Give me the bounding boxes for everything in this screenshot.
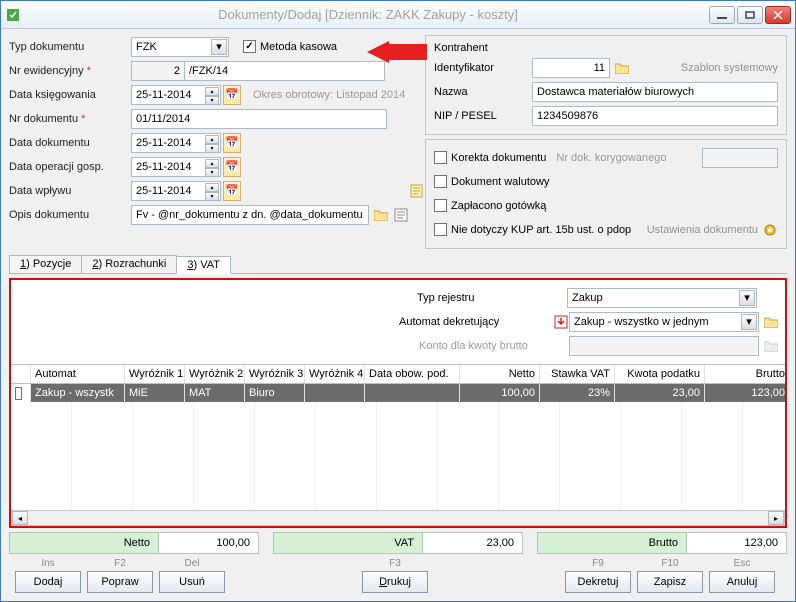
folder-icon[interactable] <box>373 205 389 225</box>
hint-ins: Ins <box>41 558 54 570</box>
data-dokumentu-label: Data dokumentu <box>9 137 131 149</box>
hint-esc: Esc <box>734 558 751 570</box>
zapisz-button[interactable]: Zapisz <box>637 571 703 593</box>
konto-brutto-input <box>569 336 759 356</box>
nr-dok-koryg-label: Nr dok. korygowanego <box>556 152 666 164</box>
hint-del: Del <box>184 558 199 570</box>
typ-dokumentu-value: FZK <box>136 41 157 53</box>
automat-dekretujacy-label: Automat dekretujący <box>399 316 549 328</box>
automat-dekretujacy-combo[interactable]: Zakup - wszystko w jednym▾ <box>569 312 759 332</box>
data-operacji-input[interactable]: 25-11-2014▴▾ <box>131 157 221 177</box>
grid-blank-area <box>11 402 785 510</box>
totals-vat-label: VAT <box>273 532 423 554</box>
folder-icon[interactable] <box>763 312 779 332</box>
identyfikator-label: Identyfikator <box>434 62 532 74</box>
window-title: Dokumenty/Dodaj [Dziennik: ZAKK Zakupy -… <box>27 7 709 22</box>
totals-netto-value: 100,00 <box>159 532 259 554</box>
typ-dokumentu-combo[interactable]: FZK ▾ <box>131 37 229 57</box>
calendar-icon[interactable]: 📅 <box>223 85 241 105</box>
tab-rozrachunki[interactable]: 2) Rozrachunki <box>81 255 177 273</box>
drukuj-button[interactable]: Drukuj <box>362 571 428 593</box>
minimize-button[interactable] <box>709 6 735 24</box>
script-icon[interactable] <box>393 205 409 225</box>
row-checkbox[interactable] <box>15 387 22 400</box>
dekretuj-button[interactable]: Dekretuj <box>565 571 631 593</box>
nip-pesel-label: NIP / PESEL <box>434 110 532 122</box>
vat-grid-header: Automat Wyróżnik 1 Wyróżnik 2 Wyróżnik 3… <box>11 364 785 384</box>
metoda-kasowa-label: Metoda kasowa <box>260 41 337 53</box>
opis-dokumentu-input[interactable]: Fv - @nr_dokumentu z dn. @data_dokumentu <box>131 205 369 225</box>
popraw-button[interactable]: Popraw <box>87 571 153 593</box>
nazwa-label: Nazwa <box>434 86 532 98</box>
konto-brutto-label: Konto dla kwoty brutto <box>419 340 569 352</box>
data-wplywu-label: Data wpływu <box>9 185 131 197</box>
nr-dokumentu-input[interactable]: 01/11/2014 <box>131 109 387 129</box>
dodaj-button[interactable]: Dodaj <box>15 571 81 593</box>
close-button[interactable] <box>765 6 791 24</box>
totals-brutto-value: 123,00 <box>687 532 787 554</box>
data-dokumentu-input[interactable]: 25-11-2014▴▾ <box>131 133 221 153</box>
gear-icon[interactable] <box>762 220 778 240</box>
data-ksiegowania-input[interactable]: 25-11-2014▴▾ <box>131 85 221 105</box>
typ-rejestru-label: Typ rejestru <box>417 292 567 304</box>
nr-ewidencyjny-value: 2 <box>131 61 185 81</box>
chevron-down-icon[interactable]: ▾ <box>741 314 757 330</box>
folder-icon <box>763 336 779 356</box>
nr-dok-koryg-input <box>702 148 778 168</box>
kup-checkbox[interactable] <box>434 223 447 236</box>
typ-dokumentu-label: Typ dokumentu <box>9 41 131 53</box>
data-ksiegowania-label: Data księgowania <box>9 89 131 101</box>
scroll-left-icon[interactable]: ◂ <box>12 511 28 525</box>
chevron-down-icon[interactable]: ▾ <box>739 290 755 306</box>
nazwa-input[interactable]: Dostawca materiałów biurowych <box>532 82 778 102</box>
app-icon <box>5 7 21 23</box>
okres-obrotowy: Okres obrotowy: Listopad 2014 <box>253 89 405 101</box>
folder-icon[interactable] <box>614 58 630 78</box>
walutowy-checkbox[interactable] <box>434 175 447 188</box>
nr-ewidencyjny-label: Nr ewidencyjny <box>9 65 131 77</box>
nr-dokumentu-label: Nr dokumentu <box>9 113 131 125</box>
download-arrow-icon[interactable] <box>553 312 569 332</box>
totals-vat-value: 23,00 <box>423 532 523 554</box>
szablon-systemowy-link[interactable]: Szablon systemowy <box>681 62 778 74</box>
totals-netto-label: Netto <box>9 532 159 554</box>
scroll-right-icon[interactable]: ▸ <box>768 511 784 525</box>
nr-ewidencyjny-suffix[interactable]: /FZK/14 <box>185 61 385 81</box>
tab-strip: 11) Pozycje) Pozycje 2) Rozrachunki 3) V… <box>9 255 787 274</box>
korekta-checkbox[interactable] <box>434 151 447 164</box>
totals-bar: Netto 100,00 VAT 23,00 Brutto 123,00 <box>9 532 787 554</box>
usun-button[interactable]: Usuń <box>159 571 225 593</box>
note-icon[interactable] <box>409 181 425 201</box>
totals-brutto-label: Brutto <box>537 532 687 554</box>
nip-pesel-input[interactable]: 1234509876 <box>532 106 778 126</box>
calendar-icon[interactable]: 📅 <box>223 133 241 153</box>
anuluj-button[interactable]: Anuluj <box>709 571 775 593</box>
kontrahent-group-label: Kontrahent <box>434 42 778 54</box>
walutowy-label: Dokument walutowy <box>451 176 549 188</box>
calendar-icon[interactable]: 📅 <box>223 181 241 201</box>
data-wplywu-input[interactable]: 25-11-2014▴▾ <box>131 181 221 201</box>
korekta-label: Korekta dokumentu <box>451 152 546 164</box>
hint-f9: F9 <box>592 558 604 570</box>
gotowka-checkbox[interactable] <box>434 199 447 212</box>
hint-f2: F2 <box>114 558 126 570</box>
identyfikator-input[interactable]: 11 <box>532 58 610 78</box>
hint-f10: F10 <box>661 558 678 570</box>
kup-label: Nie dotyczy KUP art. 15b ust. o pdop <box>451 224 631 236</box>
hint-f3: F3 <box>389 558 401 570</box>
calendar-icon[interactable]: 📅 <box>223 157 241 177</box>
titlebar: Dokumenty/Dodaj [Dziennik: ZAKK Zakupy -… <box>1 1 795 29</box>
gotowka-label: Zapłacono gotówką <box>451 200 546 212</box>
chevron-down-icon[interactable]: ▾ <box>211 39 227 55</box>
typ-rejestru-combo[interactable]: Zakup▾ <box>567 288 757 308</box>
tab-pozycje[interactable]: 11) Pozycje) Pozycje <box>9 255 82 273</box>
data-operacji-label: Data operacji gosp. <box>9 161 131 173</box>
h-scrollbar[interactable]: ◂ ▸ <box>11 510 785 526</box>
vat-grid-row[interactable]: Zakup - wszystk MiE MAT Biuro 100,00 23%… <box>11 384 785 402</box>
opis-dokumentu-label: Opis dokumentu <box>9 209 131 221</box>
maximize-button[interactable] <box>737 6 763 24</box>
metoda-kasowa-checkbox[interactable] <box>243 40 256 53</box>
tab-vat[interactable]: 3) VAT <box>176 256 231 274</box>
ustawienia-dokumentu-link[interactable]: Ustawienia dokumentu <box>647 224 758 236</box>
